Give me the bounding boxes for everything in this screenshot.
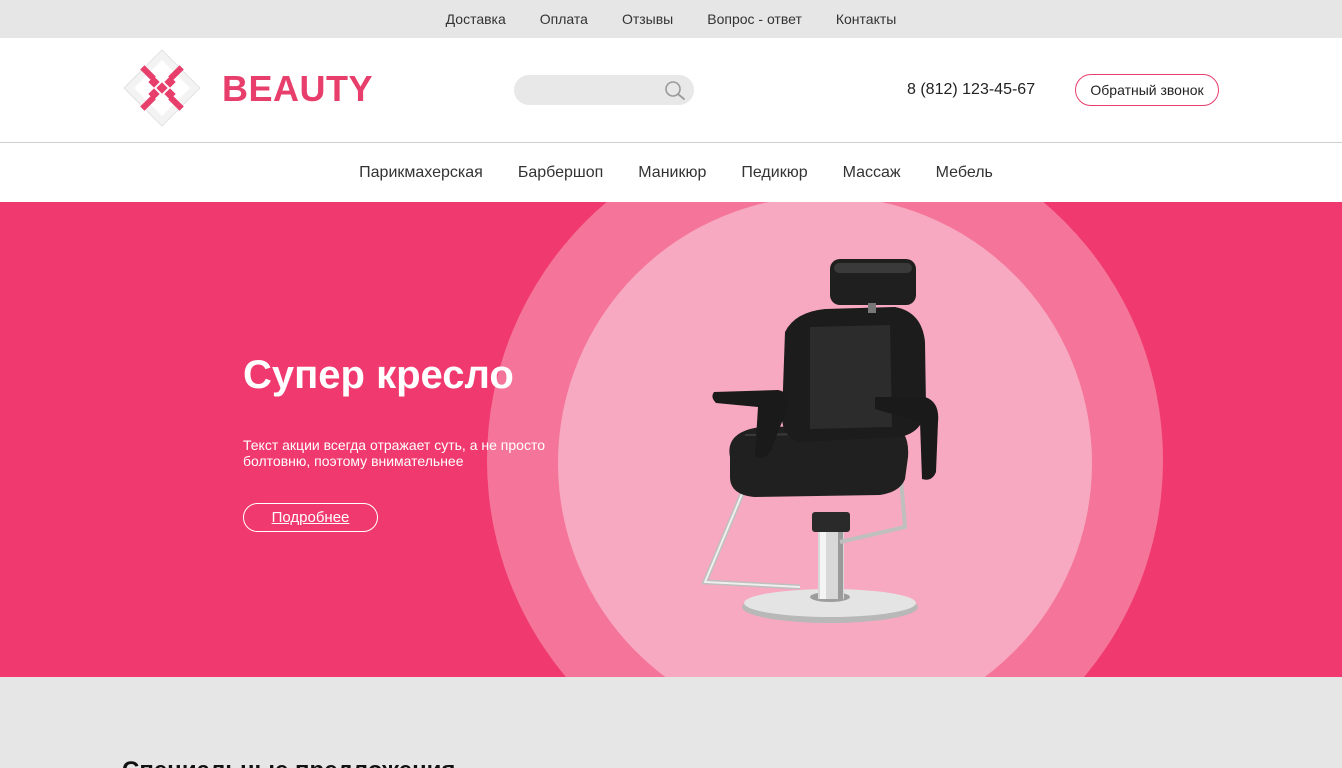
search-input[interactable]: [528, 75, 668, 105]
hero-text: Текст акции всегда отражает суть, а не п…: [243, 437, 545, 469]
search-icon[interactable]: [664, 80, 686, 100]
logo-text[interactable]: BEAUTY: [222, 68, 373, 110]
top-menu: Доставка Оплата Отзывы Вопрос - ответ Ко…: [0, 0, 1342, 38]
header: BEAUTY 8 (812) 123-45-67 Обратный звонок: [0, 38, 1342, 143]
callback-button[interactable]: Обратный звонок: [1075, 74, 1219, 106]
category-barbershop[interactable]: Барбершоп: [518, 164, 603, 182]
hero-title: Супер кресло: [243, 353, 514, 397]
category-pedicure[interactable]: Педикюр: [741, 164, 807, 182]
category-massage[interactable]: Массаж: [843, 164, 901, 182]
top-menu-contacts[interactable]: Контакты: [836, 11, 896, 27]
barber-chair-image: [701, 259, 939, 623]
search-box: [514, 75, 694, 105]
category-hairdressing[interactable]: Парикмахерская: [359, 164, 483, 182]
category-nav: Парикмахерская Барбершоп Маникюр Педикюр…: [0, 144, 1342, 202]
category-furniture[interactable]: Мебель: [936, 164, 993, 182]
top-menu-delivery[interactable]: Доставка: [446, 11, 506, 27]
special-offers-title: Специальные предложения: [122, 757, 455, 768]
top-menu-payment[interactable]: Оплата: [540, 11, 588, 27]
hero-banner: Супер кресло Текст акции всегда отражает…: [0, 202, 1342, 677]
category-manicure[interactable]: Маникюр: [638, 164, 706, 182]
phone-number[interactable]: 8 (812) 123-45-67: [907, 81, 1035, 99]
special-offers-section: Специальные предложения: [0, 677, 1342, 768]
logo-icon[interactable]: [122, 48, 202, 128]
hero-more-button[interactable]: Подробнее: [243, 503, 378, 532]
top-menu-reviews[interactable]: Отзывы: [622, 11, 673, 27]
top-menu-faq[interactable]: Вопрос - ответ: [707, 11, 802, 27]
top-bar: Доставка Оплата Отзывы Вопрос - ответ Ко…: [0, 0, 1342, 38]
